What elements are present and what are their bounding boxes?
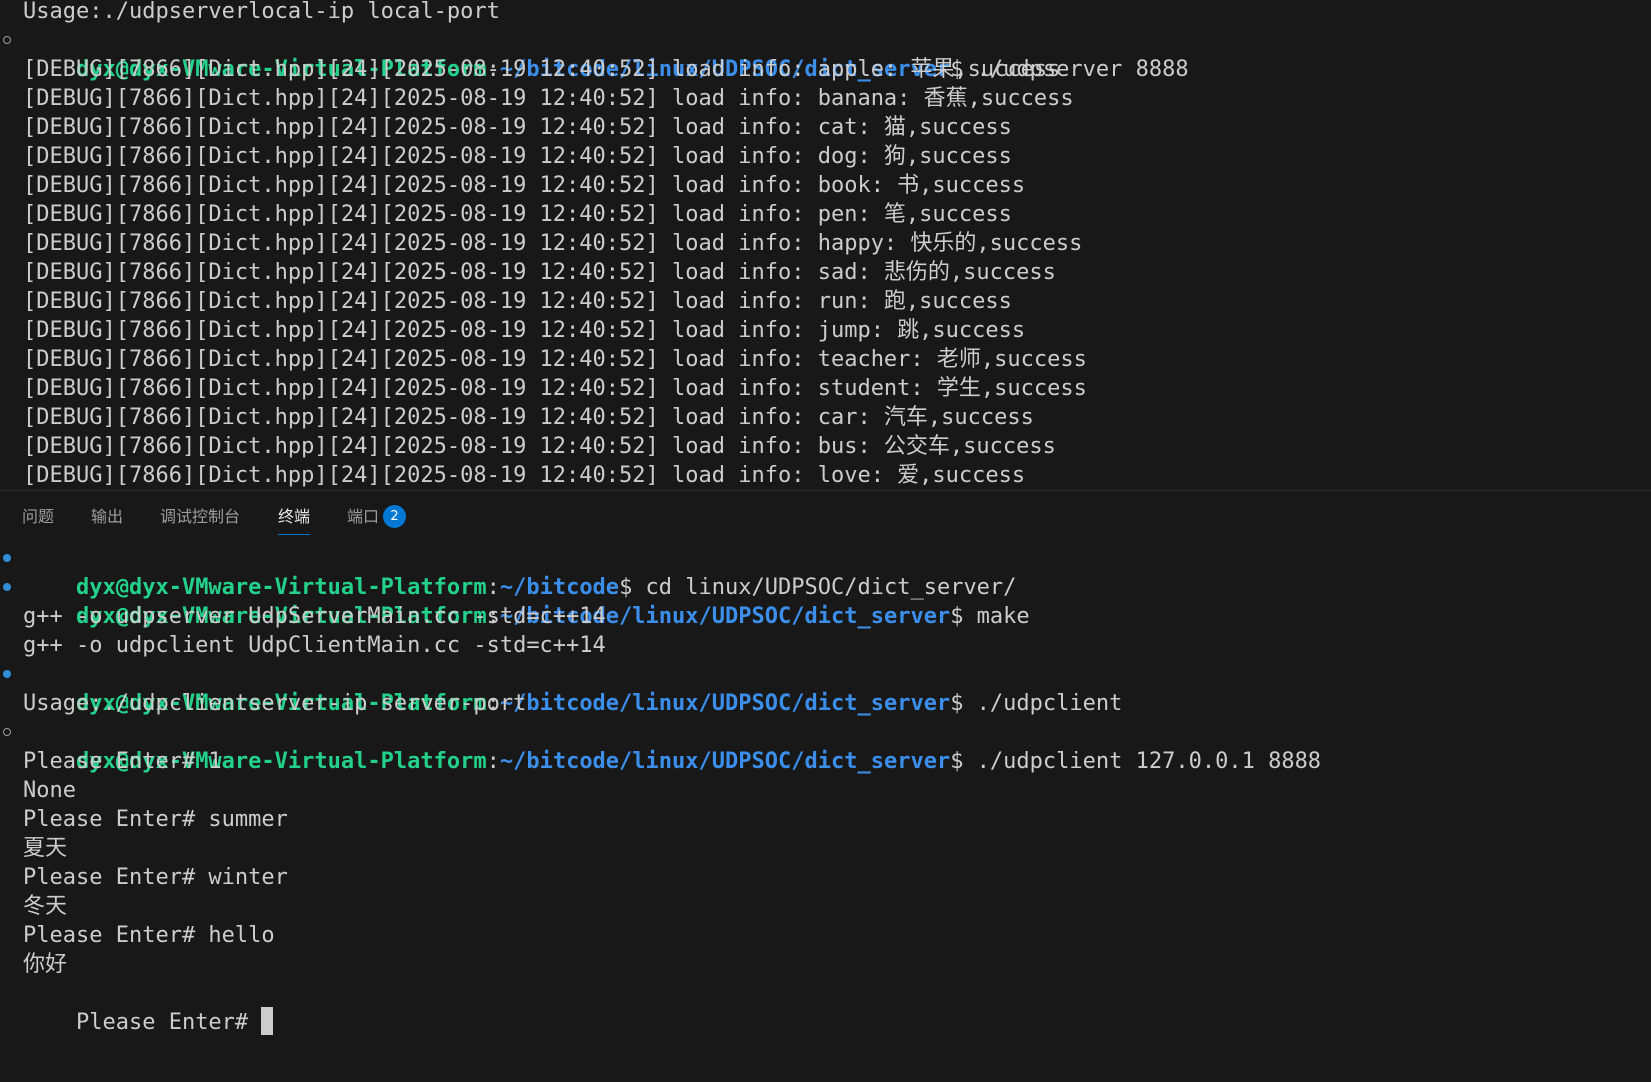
prompt-path: ~/bitcode/linux/UDPSOC/dict_server	[499, 749, 951, 774]
terminal-cursor	[261, 1007, 274, 1035]
tab-ports[interactable]: 端口 2	[347, 505, 407, 529]
final-prompt: Please Enter#	[75, 1010, 262, 1035]
log-line: [DEBUG][7866][Dict.hpp][24][2025-08-19 1…	[23, 115, 1012, 140]
log-line: [DEBUG][7866][Dict.hpp][24][2025-08-19 1…	[23, 86, 1074, 111]
prompt-line: dyx@dyx-VMware-Virtual-Platform:~/bitcod…	[23, 573, 1030, 629]
prompt-line: dyx@dyx-VMware-Virtual-Platform:~/bitcod…	[23, 544, 1016, 600]
tab-ports-label: 端口	[347, 507, 380, 526]
prompt-command: ./udpclient 127.0.0.1 8888	[963, 749, 1322, 774]
command-status-hollow-icon[interactable]	[3, 36, 11, 44]
prompt-dollar: $	[950, 691, 964, 716]
client-usage-line: Usage:./udpclientserver-ip server-port	[23, 691, 527, 716]
log-line: [DEBUG][7866][Dict.hpp][24][2025-08-19 1…	[23, 318, 1026, 343]
server-prompt-line: dyx@dyx-VMware-Virtual-Platform:~/bitcod…	[23, 26, 1189, 82]
prompt-path: ~/bitcode/linux/UDPSOC/dict_server	[499, 691, 951, 716]
session-line: Please Enter# summer	[23, 807, 288, 832]
log-line: [DEBUG][7866][Dict.hpp][24][2025-08-19 1…	[23, 376, 1087, 401]
command-status-success-icon[interactable]	[3, 554, 11, 562]
client-terminal[interactable]: dyx@dyx-VMware-Virtual-Platform:~/bitcod…	[0, 543, 1651, 1082]
prompt-line: dyx@dyx-VMware-Virtual-Platform:~/bitcod…	[23, 718, 1321, 774]
prompt-dollar: $	[950, 604, 964, 629]
log-line: [DEBUG][7866][Dict.hpp][24][2025-08-19 1…	[23, 231, 1083, 256]
make-output-line: g++ -o udpserver UdpServerMain.cc -std=c…	[23, 604, 606, 629]
session-line: Please Enter# 1	[23, 749, 222, 774]
command-status-success-icon[interactable]	[3, 583, 11, 591]
session-line: Please Enter# winter	[23, 865, 288, 890]
log-line: [DEBUG][7866][Dict.hpp][24][2025-08-19 1…	[23, 434, 1056, 459]
prompt-colon: :	[486, 749, 500, 774]
log-line: [DEBUG][7866][Dict.hpp][24][2025-08-19 1…	[23, 463, 1026, 488]
session-line: 你好	[23, 952, 68, 977]
tab-problems[interactable]: 问题	[22, 505, 54, 529]
prompt-command: ./udpclient	[963, 691, 1123, 716]
session-line: Please Enter# hello	[23, 923, 275, 948]
log-line: [DEBUG][7866][Dict.hpp][24][2025-08-19 1…	[23, 57, 1061, 82]
command-status-success-icon[interactable]	[3, 670, 11, 678]
server-terminal[interactable]: Usage:./udpserverlocal-ip local-port dyx…	[0, 0, 1651, 490]
log-line: [DEBUG][7866][Dict.hpp][24][2025-08-19 1…	[23, 202, 1012, 227]
session-line: None	[23, 778, 76, 803]
panel-tab-bar: 问题 输出 调试控制台 终端 端口 2	[0, 491, 1651, 543]
log-line: [DEBUG][7866][Dict.hpp][24][2025-08-19 1…	[23, 173, 1026, 198]
prompt-dollar: $	[950, 749, 964, 774]
ports-count-badge: 2	[383, 505, 407, 528]
tab-debug-console[interactable]: 调试控制台	[160, 505, 240, 529]
server-usage-line: Usage:./udpserverlocal-ip local-port	[23, 0, 500, 24]
make-output-line: g++ -o udpclient UdpClientMain.cc -std=c…	[23, 633, 606, 658]
current-input-line[interactable]: Please Enter#	[23, 979, 274, 1035]
log-line: [DEBUG][7866][Dict.hpp][24][2025-08-19 1…	[23, 289, 1012, 314]
prompt-command: make	[963, 604, 1030, 629]
session-line: 冬天	[23, 894, 68, 919]
session-line: 夏天	[23, 836, 68, 861]
prompt-line: dyx@dyx-VMware-Virtual-Platform:~/bitcod…	[23, 660, 1122, 716]
command-status-hollow-icon[interactable]	[3, 728, 11, 736]
log-line: [DEBUG][7866][Dict.hpp][24][2025-08-19 1…	[23, 347, 1087, 372]
log-line: [DEBUG][7866][Dict.hpp][24][2025-08-19 1…	[23, 144, 1012, 169]
tab-output[interactable]: 输出	[91, 505, 123, 529]
log-line: [DEBUG][7866][Dict.hpp][24][2025-08-19 1…	[23, 260, 1056, 285]
tab-terminal[interactable]: 终端	[278, 505, 311, 535]
log-line: [DEBUG][7866][Dict.hpp][24][2025-08-19 1…	[23, 405, 1034, 430]
